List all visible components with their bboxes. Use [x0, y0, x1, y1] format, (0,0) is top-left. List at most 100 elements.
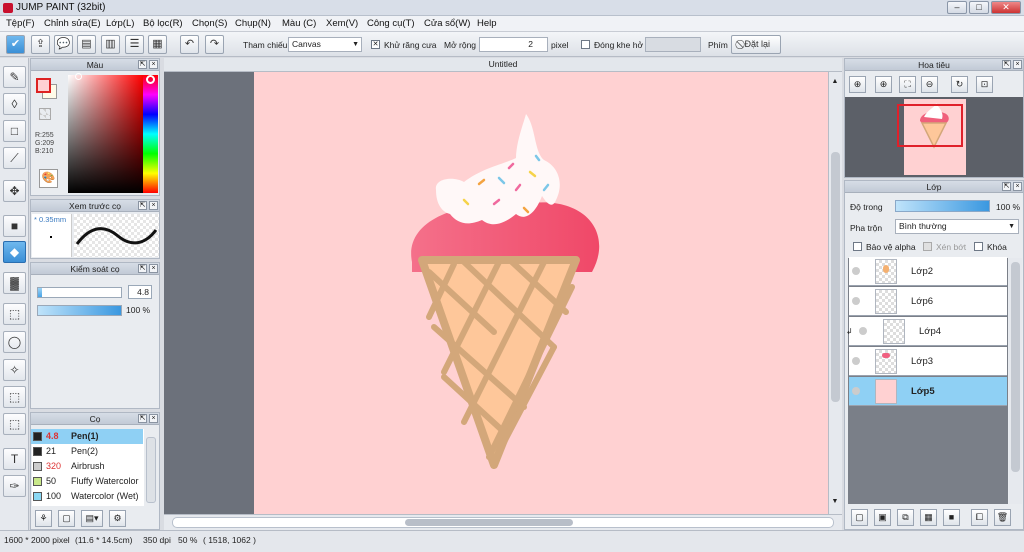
layer-row[interactable]: Lớp5 [849, 377, 1007, 406]
zoom-in-alt-icon[interactable]: ⊕ [875, 76, 892, 93]
horizontal-scroll-thumb[interactable] [405, 519, 573, 526]
undock-icon[interactable]: ⇱ [138, 264, 147, 273]
reset-button[interactable]: ⃠ Đặt lại [731, 35, 781, 54]
blend-mode-select[interactable]: Bình thường ▼ [895, 219, 1019, 234]
scroll-up-icon[interactable]: ▲ [830, 78, 840, 90]
foreground-color-swatch[interactable] [36, 78, 51, 93]
undock-icon[interactable]: ⇱ [1002, 60, 1011, 69]
chat-icon[interactable]: 💬 [54, 35, 73, 54]
brush-size-input[interactable]: 4.8 [128, 285, 152, 299]
zoom-out-icon[interactable]: ⊖ [921, 76, 938, 93]
antialias-checkbox[interactable]: ✕ [371, 40, 380, 49]
transparent-color-swatch[interactable] [39, 108, 51, 120]
document-icon[interactable]: ▥ [101, 35, 120, 54]
delete-layer-icon[interactable]: 🗑 [994, 509, 1011, 526]
canvas-document[interactable] [254, 72, 828, 514]
hue-slider[interactable] [143, 75, 158, 193]
menu-tools[interactable]: Công cụ(T) [367, 18, 415, 29]
gradient-tool-icon[interactable]: ▓ [3, 272, 26, 294]
brush-stamp-icon[interactable]: ⚘ [35, 510, 52, 527]
visibility-icon[interactable] [852, 297, 860, 305]
horizontal-scroll-track[interactable] [172, 517, 834, 528]
undock-icon[interactable]: ⇱ [138, 201, 147, 210]
layer-list-scrollbar[interactable] [1009, 258, 1022, 504]
layer-row[interactable]: Lớp6 [849, 287, 1007, 316]
brush-item[interactable]: 4.8 Pen(1) [31, 429, 143, 444]
layer-scroll-thumb[interactable] [1011, 262, 1020, 472]
layer-row[interactable]: Lớp2 [849, 257, 1007, 286]
copy-layer-icon[interactable]: ⧉ [897, 509, 914, 526]
text-tool-icon[interactable]: T [3, 448, 26, 470]
export-icon[interactable]: ⇪ [31, 35, 50, 54]
eraser-tool-icon[interactable]: ◊ [3, 93, 26, 115]
scroll-down-icon[interactable]: ▼ [830, 498, 840, 510]
saturation-value-picker[interactable] [68, 73, 143, 193]
layer-opacity-slider[interactable] [895, 200, 990, 212]
brush-list-scrollbar[interactable] [146, 437, 156, 503]
menu-color[interactable]: Màu (C) [282, 18, 316, 29]
clip-checkbox[interactable] [923, 242, 932, 251]
brush-item[interactable]: 50 Fluffy Watercolor [31, 474, 143, 489]
menu-layer[interactable]: Lớp(L) [106, 18, 134, 29]
brush-item[interactable]: 21 Pen(2) [31, 444, 143, 459]
lock-checkbox[interactable] [974, 242, 983, 251]
canvas-horizontal-scrollbar[interactable] [164, 514, 842, 530]
layer-row[interactable]: Lớp3 [849, 347, 1007, 376]
checkmark-icon[interactable]: ✔ [6, 35, 25, 54]
menu-filter[interactable]: Bộ lọc(R) [143, 18, 183, 29]
duplicate-icon[interactable]: ⧠ [971, 509, 988, 526]
menu-help[interactable]: Help [477, 18, 497, 29]
new-brush-icon[interactable]: ▢ [58, 510, 75, 527]
menu-capture[interactable]: Chụp(N) [235, 18, 271, 29]
folder-icon[interactable]: ■ [943, 509, 960, 526]
close-button[interactable]: ✕ [991, 1, 1021, 14]
close-icon[interactable]: × [1013, 182, 1022, 191]
undock-icon[interactable]: ⇱ [138, 60, 147, 69]
rotate-icon[interactable]: ↻ [951, 76, 968, 93]
rect-select-icon[interactable]: ⬚ [3, 303, 26, 325]
new-layer-alt-icon[interactable]: ▣ [874, 509, 891, 526]
protect-alpha-checkbox[interactable] [853, 242, 862, 251]
eyedropper-icon[interactable]: ✑ [3, 475, 26, 497]
close-icon[interactable]: × [1013, 60, 1022, 69]
visibility-icon[interactable] [852, 357, 860, 365]
fit-screen-icon[interactable]: ⛶ [899, 76, 916, 93]
menu-window[interactable]: Cửa sổ(W) [424, 18, 470, 29]
palette-icon[interactable]: 🎨 [39, 169, 58, 188]
new-layer-icon[interactable]: ▢ [851, 509, 868, 526]
undock-icon[interactable]: ⇱ [1002, 182, 1011, 191]
undock-icon[interactable]: ⇱ [138, 414, 147, 423]
layer-texture-icon[interactable]: ▦ [920, 509, 937, 526]
zoom-in-icon[interactable]: ⊕ [849, 76, 866, 93]
reset-view-icon[interactable]: ⊡ [976, 76, 993, 93]
menu-view[interactable]: Xem(V) [326, 18, 358, 29]
minimize-button[interactable]: – [947, 1, 967, 14]
brush-settings-icon[interactable]: ⚙ [109, 510, 126, 527]
fill-rect-tool-icon[interactable]: ■ [3, 215, 26, 237]
brush-item[interactable]: 320 Airbrush [31, 459, 143, 474]
move-tool-icon[interactable]: ✥ [3, 180, 26, 202]
brush-menu-icon[interactable]: ▤▾ [81, 510, 103, 527]
select-pen-icon[interactable]: ⬚ [3, 386, 26, 408]
brush-item[interactable]: 100 Watercolor (Wet) [31, 489, 143, 504]
close-icon[interactable]: × [149, 201, 158, 210]
navigator-preview[interactable] [845, 97, 1023, 177]
close-icon[interactable]: × [149, 60, 158, 69]
maximize-button[interactable]: □ [969, 1, 989, 14]
line-tool-icon[interactable]: ⟋ [3, 147, 26, 169]
list-icon[interactable]: ☰ [125, 35, 144, 54]
lasso-select-icon[interactable]: ◯ [3, 331, 26, 353]
magic-wand-icon[interactable]: ✧ [3, 359, 26, 381]
redo-icon[interactable]: ↷ [205, 35, 224, 54]
close-icon[interactable]: × [149, 264, 158, 273]
canvas-vertical-scrollbar[interactable]: ▲ ▼ [828, 72, 842, 514]
brush-size-slider[interactable] [37, 287, 122, 298]
visibility-icon[interactable] [852, 267, 860, 275]
close-icon[interactable]: × [149, 414, 158, 423]
menu-edit[interactable]: Chỉnh sửa(E) [44, 18, 101, 29]
reference-select[interactable]: Canvas ▼ [288, 37, 362, 52]
canvas-tab[interactable]: Untitled [164, 58, 842, 72]
expand-stepper[interactable]: 2 [479, 37, 548, 52]
comment-icon[interactable]: ▤ [77, 35, 96, 54]
menu-file[interactable]: Tệp(F) [6, 18, 35, 29]
